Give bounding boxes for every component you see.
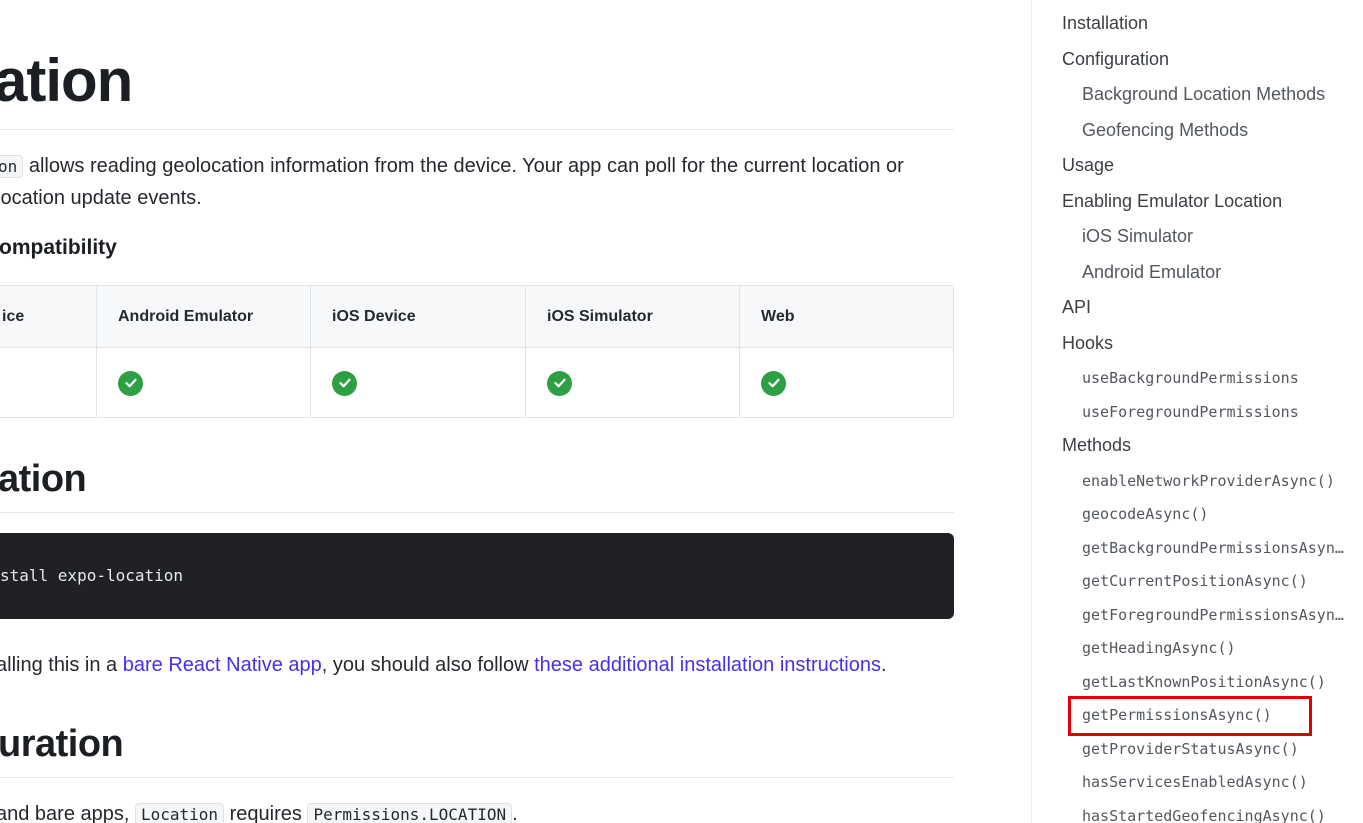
- note-text: .: [512, 803, 518, 823]
- column-header: Web: [761, 308, 795, 325]
- bare-react-native-link[interactable]: bare React Native app: [123, 654, 322, 676]
- compatibility-heading: ompatibility: [0, 236, 117, 259]
- toc-item-android-emulator[interactable]: Android Emulator: [1082, 262, 1221, 283]
- toc-item-get-heading-async[interactable]: getHeadingAsync(): [1082, 639, 1236, 657]
- note-text: , you should also follow: [321, 654, 535, 676]
- toc-item-api[interactable]: API: [1062, 297, 1091, 318]
- intro-line-2: location update events.: [0, 187, 202, 209]
- inline-code-permissions: Permissions.LOCATION: [307, 803, 513, 823]
- installation-heading: ation: [0, 458, 87, 500]
- toc-item-has-started-geofencing-async[interactable]: hasStartedGeofencingAsync(): [1082, 807, 1326, 823]
- page-title: ation: [0, 47, 133, 114]
- configuration-heading: uration: [0, 723, 124, 765]
- main-content: ation on allows reading geolocation info…: [0, 0, 1030, 823]
- install-command: stall expo-location: [0, 566, 184, 585]
- toc-item-get-provider-status-async[interactable]: getProviderStatusAsync(): [1082, 740, 1299, 758]
- note-text: and bare apps,: [0, 803, 135, 823]
- toc-item-configuration[interactable]: Configuration: [1062, 49, 1169, 70]
- table-cell: [311, 348, 357, 418]
- intro-text-1: allows reading geolocation information f…: [23, 155, 904, 177]
- column-header: Android Emulator: [118, 308, 254, 325]
- toc-item-use-background-permissions[interactable]: useBackgroundPermissions: [1082, 369, 1299, 387]
- config-note: and bare apps, Location requires Permiss…: [0, 798, 518, 823]
- toc-item-geocode-async[interactable]: geocodeAsync(): [1082, 505, 1208, 523]
- highlight-box: [1068, 696, 1312, 736]
- inline-code-chip: on: [0, 155, 24, 178]
- note-text: .: [880, 654, 887, 676]
- toc-item-use-foreground-permissions[interactable]: useForegroundPermissions: [1082, 403, 1299, 421]
- check-circle-icon: [118, 370, 143, 396]
- note-text: alling this in a: [0, 654, 123, 676]
- check-circle-icon: [761, 370, 786, 396]
- title-divider: [0, 129, 954, 130]
- column-header: ice: [2, 308, 25, 325]
- column-header: iOS Simulator: [547, 308, 653, 325]
- section-divider: [0, 512, 954, 513]
- toc-item-get-background-permissions-async[interactable]: getBackgroundPermissionsAsync(): [1082, 539, 1352, 557]
- toc-item-methods[interactable]: Methods: [1062, 435, 1131, 456]
- toc-item-get-foreground-permissions-async[interactable]: getForegroundPermissionsAsync(): [1082, 606, 1352, 624]
- inline-code-location: Location: [135, 803, 225, 823]
- toc-item-installation[interactable]: Installation: [1062, 13, 1148, 34]
- toc-item-enable-network-provider-async[interactable]: enableNetworkProviderAsync(): [1082, 472, 1335, 490]
- additional-instructions-link[interactable]: these additional installation instructio…: [534, 654, 881, 676]
- check-circle-icon: [332, 370, 357, 396]
- toc-item-geofencing-methods[interactable]: Geofencing Methods: [1082, 120, 1248, 141]
- table-cell: [97, 348, 143, 418]
- code-block[interactable]: stall expo-location: [0, 533, 954, 619]
- toc-item-background-location-methods[interactable]: Background Location Methods: [1082, 84, 1325, 105]
- section-divider: [0, 777, 954, 778]
- column-header: iOS Device: [332, 308, 416, 325]
- bare-app-note: alling this in a bare React Native app, …: [0, 649, 887, 681]
- table-of-contents: Installation Configuration Background Lo…: [1031, 0, 1363, 823]
- toc-item-get-last-known-position-async[interactable]: getLastKnownPositionAsync(): [1082, 673, 1326, 691]
- table-cell: [740, 348, 786, 418]
- toc-item-has-services-enabled-async[interactable]: hasServicesEnabledAsync(): [1082, 773, 1308, 791]
- note-text: requires: [224, 803, 308, 823]
- table-cell: [526, 348, 572, 418]
- toc-item-ios-simulator[interactable]: iOS Simulator: [1082, 226, 1193, 247]
- check-circle-icon: [547, 370, 572, 396]
- toc-item-hooks[interactable]: Hooks: [1062, 333, 1113, 354]
- toc-item-enabling-emulator-location[interactable]: Enabling Emulator Location: [1062, 191, 1282, 212]
- intro-line-1: on allows reading geolocation informatio…: [0, 150, 904, 183]
- compatibility-table: ice Android Emulator iOS Device iOS Simu…: [0, 285, 954, 418]
- toc-item-get-current-position-async[interactable]: getCurrentPositionAsync(): [1082, 572, 1308, 590]
- toc-item-usage[interactable]: Usage: [1062, 155, 1114, 176]
